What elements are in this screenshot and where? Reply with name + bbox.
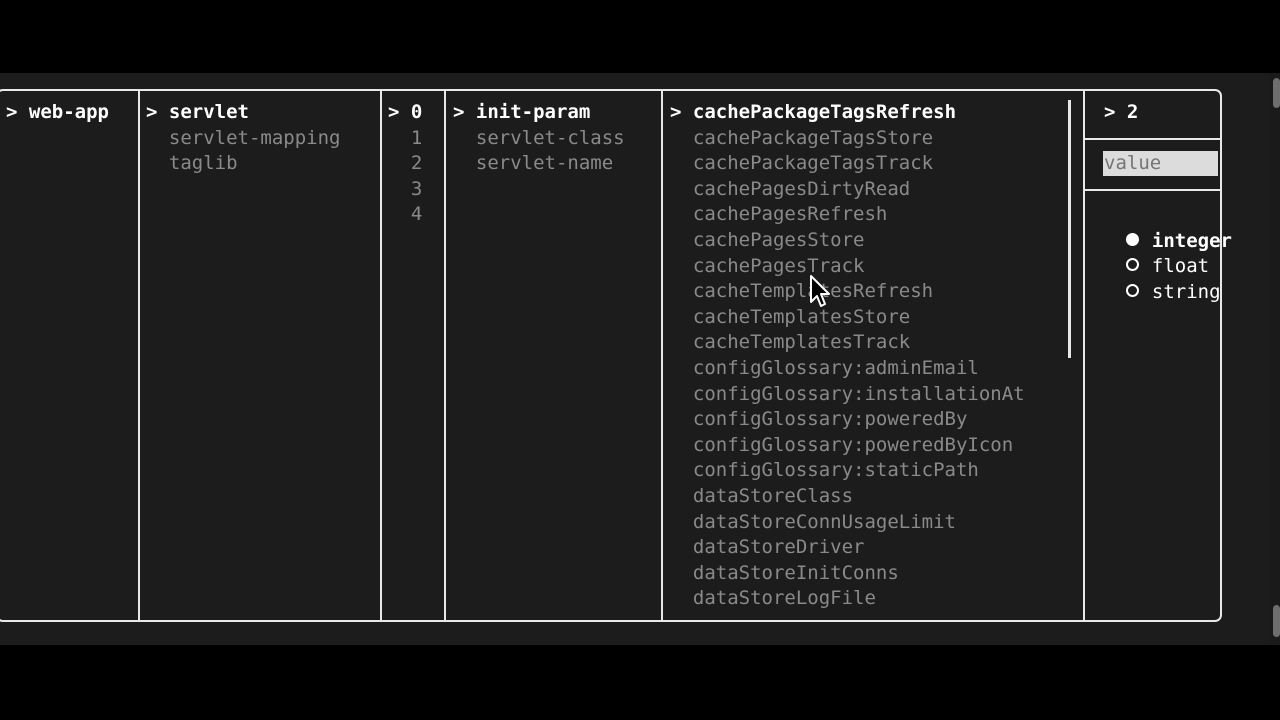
column-index-0: > init-param servlet-class servlet-name xyxy=(453,100,625,177)
list-item-index-1[interactable]: 1 xyxy=(388,126,422,152)
column-divider xyxy=(380,90,382,621)
list-item[interactable]: dataStoreInitConns xyxy=(670,561,1025,587)
letterbox-bottom xyxy=(0,645,1280,720)
list-item-label: configGlossary:staticPath xyxy=(692,459,979,482)
window-scrollbar-thumb-bottom[interactable] xyxy=(1273,605,1280,637)
column-scrollbar[interactable] xyxy=(1068,100,1071,358)
list-item-label: 3 xyxy=(410,177,423,200)
list-item-servlet[interactable]: > servlet xyxy=(146,100,340,126)
list-item-web-app[interactable]: > web-app xyxy=(6,100,109,126)
list-item-label: servlet xyxy=(168,101,249,123)
list-item[interactable]: configGlossary:staticPath xyxy=(670,458,1025,484)
list-item[interactable]: dataStoreDriver xyxy=(670,535,1025,561)
list-item-label: cachePagesTrack xyxy=(692,254,865,277)
editor-divider xyxy=(1085,138,1222,140)
type-option-label: string xyxy=(1151,280,1221,303)
selection-caret: > xyxy=(453,101,465,123)
letterbox-top xyxy=(0,0,1280,73)
type-option-string[interactable]: string xyxy=(1103,254,1221,303)
selection-caret: > xyxy=(1104,101,1116,123)
list-item[interactable]: configGlossary:poweredBy xyxy=(670,407,1025,433)
window-scrollbar-thumb[interactable] xyxy=(1273,78,1280,108)
column-divider xyxy=(444,90,446,621)
mouse-pointer-icon xyxy=(810,275,830,307)
type-option-float[interactable]: float xyxy=(1103,228,1209,277)
list-item-label: configGlossary:adminEmail xyxy=(692,356,979,379)
list-item[interactable]: cachePagesRefresh xyxy=(670,202,1025,228)
column-divider xyxy=(1083,90,1085,621)
list-item-label: init-param xyxy=(475,101,591,123)
list-item[interactable]: cachePackageTagsStore xyxy=(670,126,1025,152)
list-item-init-param[interactable]: > init-param xyxy=(453,100,625,126)
selection-caret: > xyxy=(388,101,400,123)
list-item-label: dataStoreInitConns xyxy=(692,561,899,584)
list-item-taglib[interactable]: taglib xyxy=(146,151,340,177)
list-item-label: cacheTemplatesTrack xyxy=(692,331,911,354)
list-item-label: dataStoreDriver xyxy=(692,536,865,559)
column-init-param: > cachePackageTagsRefresh cachePackageTa… xyxy=(670,100,1025,612)
list-item-label: cachePagesDirtyRead xyxy=(692,177,911,200)
list-item-label: servlet-class xyxy=(475,126,625,149)
list-item-label: cacheTemplatesStore xyxy=(692,305,911,328)
list-item-label: cachePackageTagsStore xyxy=(692,126,934,149)
list-item[interactable]: cacheTemplatesTrack xyxy=(670,330,1025,356)
list-item-label: cachePackageTagsTrack xyxy=(692,152,934,175)
value-input[interactable] xyxy=(1103,151,1218,176)
list-item-index-4[interactable]: 4 xyxy=(388,202,422,228)
list-item-label: dataStoreClass xyxy=(692,484,854,507)
selection-caret: > xyxy=(670,101,682,123)
list-item[interactable]: cachePackageTagsTrack xyxy=(670,151,1025,177)
column-servlet: > 0 1 2 3 4 xyxy=(388,100,422,228)
list-item-label: cachePagesRefresh xyxy=(692,203,888,226)
list-item-label: servlet-name xyxy=(475,152,614,175)
list-item-servlet-mapping[interactable]: servlet-mapping xyxy=(146,126,341,152)
list-item-label: taglib xyxy=(168,152,238,175)
list-item-servlet-class[interactable]: servlet-class xyxy=(453,126,625,152)
list-item[interactable]: dataStoreConnUsageLimit xyxy=(670,510,1025,536)
list-item-label: 4 xyxy=(410,203,423,226)
list-item-label: configGlossary:installationAt xyxy=(692,382,1025,405)
list-item-label: dataStoreLogFile xyxy=(692,587,876,610)
radio-unselected-icon xyxy=(1125,284,1139,298)
list-item[interactable]: dataStoreClass xyxy=(670,484,1025,510)
current-value: 2 xyxy=(1126,101,1139,123)
list-item-label: web-app xyxy=(28,101,109,123)
list-item-label: configGlossary:poweredByIcon xyxy=(692,433,1014,456)
list-item-label: servlet-mapping xyxy=(168,126,341,149)
list-item-index-2[interactable]: 2 xyxy=(388,151,422,177)
list-item-label: configGlossary:poweredBy xyxy=(692,408,968,431)
selection-caret: > xyxy=(146,101,158,123)
list-item[interactable]: cachePagesDirtyRead xyxy=(670,177,1025,203)
list-item[interactable]: dataStoreLogFile xyxy=(670,586,1025,612)
list-item[interactable]: configGlossary:poweredByIcon xyxy=(670,433,1025,459)
list-item[interactable]: cachePagesStore xyxy=(670,228,1025,254)
list-item-index-3[interactable]: 3 xyxy=(388,177,422,203)
column-web-app: > servlet servlet-mapping taglib xyxy=(146,100,340,177)
list-item-label: dataStoreConnUsageLimit xyxy=(692,510,956,533)
value-editor-header: > 2 xyxy=(1104,100,1138,126)
list-item-label: cachePackageTagsRefresh xyxy=(692,101,957,123)
list-item-index-0[interactable]: > 0 xyxy=(388,100,422,126)
list-item-label: 0 xyxy=(410,101,423,123)
column-divider xyxy=(661,90,663,621)
list-item-label: 1 xyxy=(410,126,423,149)
window-scrollbar[interactable] xyxy=(1270,73,1280,645)
column-divider xyxy=(138,90,140,621)
list-item-label: cachePagesStore xyxy=(692,228,865,251)
list-item[interactable]: configGlossary:installationAt xyxy=(670,382,1025,408)
column-root: > web-app xyxy=(6,100,109,126)
editor-divider xyxy=(1085,189,1222,191)
list-item[interactable]: cachePagesTrack xyxy=(670,254,1025,280)
list-item-label: 2 xyxy=(410,152,423,175)
list-item[interactable]: > cachePackageTagsRefresh xyxy=(670,100,1025,126)
list-item[interactable]: configGlossary:adminEmail xyxy=(670,356,1025,382)
selection-caret: > xyxy=(6,101,18,123)
list-item[interactable]: cacheTemplatesStore xyxy=(670,305,1025,331)
type-option-integer[interactable]: integer xyxy=(1103,203,1232,252)
list-item-servlet-name[interactable]: servlet-name xyxy=(453,151,625,177)
list-item[interactable]: cacheTemplatesRefresh xyxy=(670,279,1025,305)
